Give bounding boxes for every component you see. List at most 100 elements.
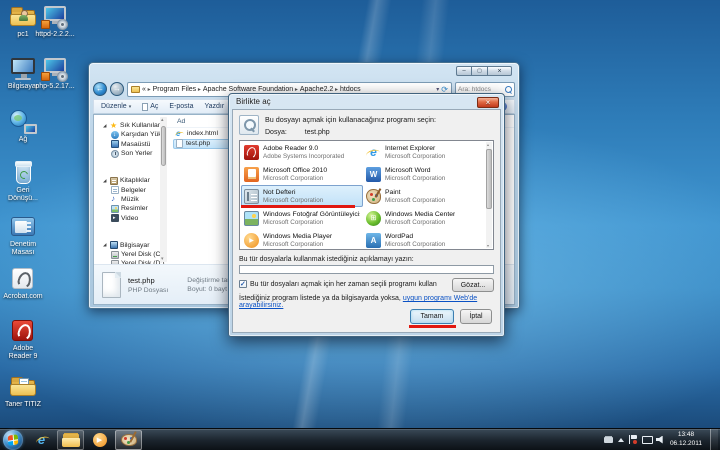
chevron-down-icon[interactable] — [436, 86, 439, 93]
file-row[interactable]: index.html — [173, 128, 233, 139]
program-list-scrollbar[interactable] — [486, 142, 492, 248]
expander-icon[interactable] — [103, 178, 108, 184]
forward-button[interactable] — [110, 82, 124, 96]
scrollbar-thumb[interactable] — [161, 126, 166, 166]
network-icon[interactable] — [642, 436, 651, 444]
sidebar-item-disk-d[interactable]: Yerel Disk (D:) — [94, 259, 167, 264]
sidebar-item-documents[interactable]: Belgeler — [94, 185, 167, 194]
sidebar-item-recent[interactable]: Son Yerler — [94, 149, 167, 158]
notepad-icon — [244, 189, 259, 204]
browse-button[interactable]: Gözat... — [452, 278, 494, 292]
clock[interactable]: 13:48 06.12.2011 — [670, 431, 702, 447]
description-input[interactable] — [239, 265, 494, 274]
description-label: Bu tür dosyalarla kullanmak istediğiniz … — [239, 256, 494, 263]
program-item-media-center[interactable]: Windows Media CenterMicrosoft Corporatio… — [363, 207, 485, 229]
breadcrumb-item[interactable]: htdocs — [340, 86, 361, 93]
desktop-icon — [111, 140, 119, 148]
start-button[interactable] — [3, 430, 23, 450]
taskbar-ie-button[interactable] — [28, 430, 55, 450]
program-item-paint[interactable]: PaintMicrosoft Corporation — [363, 185, 485, 207]
sidebar-item-downloads[interactable]: Karşıdan Yüklem... — [94, 130, 167, 139]
program-item-word[interactable]: Microsoft WordMicrosoft Corporation — [363, 163, 485, 185]
sidebar-item-libraries[interactable]: Kitaplıklar — [94, 176, 167, 185]
volume-icon[interactable] — [656, 436, 665, 444]
back-button[interactable] — [93, 82, 107, 96]
dialog-title: Birlikte aç — [229, 94, 504, 109]
toolbar-open[interactable]: Aç — [142, 103, 158, 111]
desktop-icon-ag[interactable]: Ağ — [2, 109, 44, 144]
expander-icon[interactable] — [103, 123, 108, 129]
sidebar-item-computer[interactable]: Bilgisayar — [94, 241, 167, 250]
toolbar-organize-label: Düzenle — [101, 103, 127, 110]
toolbar-email[interactable]: E-posta — [169, 103, 193, 110]
taskbar-media-player-button[interactable] — [86, 430, 113, 450]
taskbar-explorer-button[interactable] — [57, 430, 84, 450]
scrollbar-thumb[interactable] — [486, 149, 492, 209]
program-vendor: Microsoft Corporation — [385, 175, 445, 182]
control-panel-icon — [8, 214, 38, 240]
sidebar-item-pictures[interactable]: Resimler — [94, 204, 167, 213]
sidebar-item-label: Resimler — [121, 205, 148, 212]
disk-icon — [111, 251, 119, 259]
program-vendor: Microsoft Corporation — [385, 219, 455, 226]
sidebar-scrollbar[interactable] — [160, 117, 167, 262]
checkbox-checked[interactable] — [239, 280, 247, 288]
close-button[interactable] — [488, 66, 512, 76]
printer-icon[interactable] — [604, 437, 613, 443]
desktop-icon-adobe-reader[interactable]: Adobe Reader 9 — [2, 318, 44, 362]
details-file-name: test.php — [128, 276, 168, 285]
program-name: Microsoft Office 2010 — [263, 167, 327, 174]
cancel-button[interactable]: İptal — [460, 309, 492, 324]
file-row-selected[interactable]: test.php — [173, 139, 233, 150]
action-center-flag-icon[interactable] — [629, 435, 637, 444]
desktop-icon-label: httpd-2.2.2... — [35, 31, 74, 39]
desktop-icon-httpd[interactable]: httpd-2.2.2... — [34, 4, 76, 39]
installer-icon — [40, 56, 70, 82]
downloads-icon — [111, 131, 119, 139]
program-item-wordpad[interactable]: WordPadMicrosoft Corporation — [363, 229, 485, 250]
maximize-button[interactable] — [472, 66, 488, 76]
sidebar-item-label: Son Yerler — [121, 150, 152, 157]
toolbar-print[interactable]: Yazdır — [205, 103, 225, 110]
program-item-notepad-selected[interactable]: Not DefteriMicrosoft Corporation — [241, 185, 363, 207]
breadcrumb-item[interactable]: Program Files — [153, 86, 201, 93]
program-name: Not Defteri — [263, 189, 323, 196]
expander-icon[interactable] — [103, 242, 108, 248]
program-item-internet-explorer[interactable]: Internet ExplorerMicrosoft Corporation — [363, 141, 485, 163]
minimize-button[interactable] — [456, 66, 472, 76]
navigation-pane: Sık Kullanılanlar Karşıdan Yüklem... Mas… — [94, 115, 167, 264]
sidebar-item-desktop[interactable]: Masaüstü — [94, 140, 167, 149]
desktop-icon-taner-folder[interactable]: Taner TITIZ — [2, 374, 44, 409]
network-icon — [8, 109, 38, 135]
photo-viewer-icon — [244, 211, 259, 226]
clock-date: 06.12.2011 — [670, 440, 702, 448]
program-item-adobe-reader[interactable]: Adobe Reader 9.0Adobe Systems Incorporat… — [241, 141, 363, 163]
sidebar-item-label: Kitaplıklar — [120, 177, 150, 184]
show-desktop-button[interactable] — [710, 429, 718, 450]
sidebar-item-favorites[interactable]: Sık Kullanılanlar — [94, 121, 167, 130]
desktop-icon-acrobat[interactable]: Acrobat.com — [2, 266, 44, 301]
dialog-body: Bu dosyayı açmak için kullanacağınız pro… — [232, 109, 501, 333]
file-icon — [102, 272, 121, 298]
desktop-icon-control-panel[interactable]: Denetim Masası — [2, 214, 44, 258]
show-hidden-icons-arrow[interactable] — [618, 438, 624, 442]
search-icon[interactable] — [505, 86, 512, 93]
breadcrumb-item[interactable]: Apache2.2 — [300, 86, 338, 93]
desktop-icon-label: Ağ — [19, 136, 28, 144]
toolbar-organize[interactable]: Düzenle — [101, 103, 131, 110]
desktop-icon-php[interactable]: php-5.2.17... — [34, 56, 76, 91]
breadcrumb-item[interactable]: Apache Software Foundation — [203, 86, 298, 93]
sidebar-item-music[interactable]: Müzik — [94, 195, 167, 204]
screen-glyph — [11, 58, 35, 74]
taskbar-paint-button[interactable] — [115, 430, 142, 450]
program-item-office[interactable]: Microsoft Office 2010Microsoft Corporati… — [241, 163, 363, 185]
desktop-icon-recycle-bin[interactable]: Geri Dönüşü... — [2, 160, 44, 204]
ok-button[interactable]: Tamam — [410, 309, 454, 324]
annotation-underline-ok — [409, 325, 456, 328]
program-item-photo-viewer[interactable]: Windows Fotoğraf GörüntüleyicisiMicrosof… — [241, 207, 363, 229]
sidebar-item-video[interactable]: Video — [94, 213, 167, 222]
dialog-close-button[interactable] — [477, 97, 499, 108]
breadcrumb-overflow[interactable]: « — [142, 86, 151, 93]
sidebar-item-disk-c[interactable]: Yerel Disk (C:) — [94, 250, 167, 259]
program-item-media-player[interactable]: Windows Media PlayerMicrosoft Corporatio… — [241, 229, 363, 250]
